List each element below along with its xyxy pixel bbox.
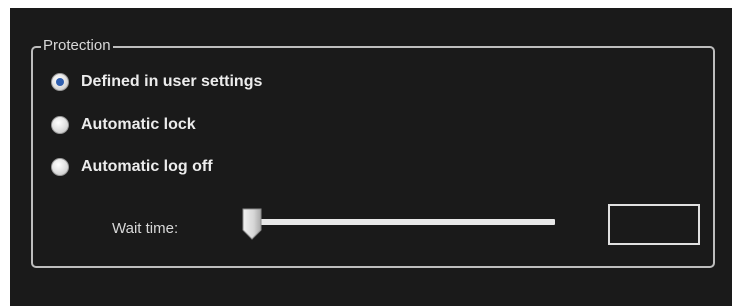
radio-label-defined-in-user-settings: Defined in user settings xyxy=(81,73,263,90)
radio-unchecked-icon[interactable] xyxy=(51,116,69,134)
radio-defined-in-user-settings[interactable]: Defined in user settings xyxy=(51,72,262,92)
protection-panel: Protection Defined in user settings Auto… xyxy=(10,8,732,306)
wait-time-label: Wait time: xyxy=(112,220,179,237)
radio-unchecked-icon[interactable] xyxy=(51,158,69,176)
wait-time-slider-track[interactable] xyxy=(245,219,555,225)
radio-automatic-log-off[interactable]: Automatic log off xyxy=(51,157,213,177)
slider-thumb-icon[interactable] xyxy=(242,208,262,240)
protection-groupbox: Protection Defined in user settings Auto… xyxy=(31,37,715,268)
radio-automatic-lock[interactable]: Automatic lock xyxy=(51,115,196,135)
protection-group-title: Protection xyxy=(41,37,113,55)
wait-time-input[interactable] xyxy=(608,204,700,245)
radio-label-automatic-lock: Automatic lock xyxy=(81,116,196,133)
radio-checked-icon[interactable] xyxy=(51,73,69,91)
radio-label-automatic-log-off: Automatic log off xyxy=(81,158,213,175)
